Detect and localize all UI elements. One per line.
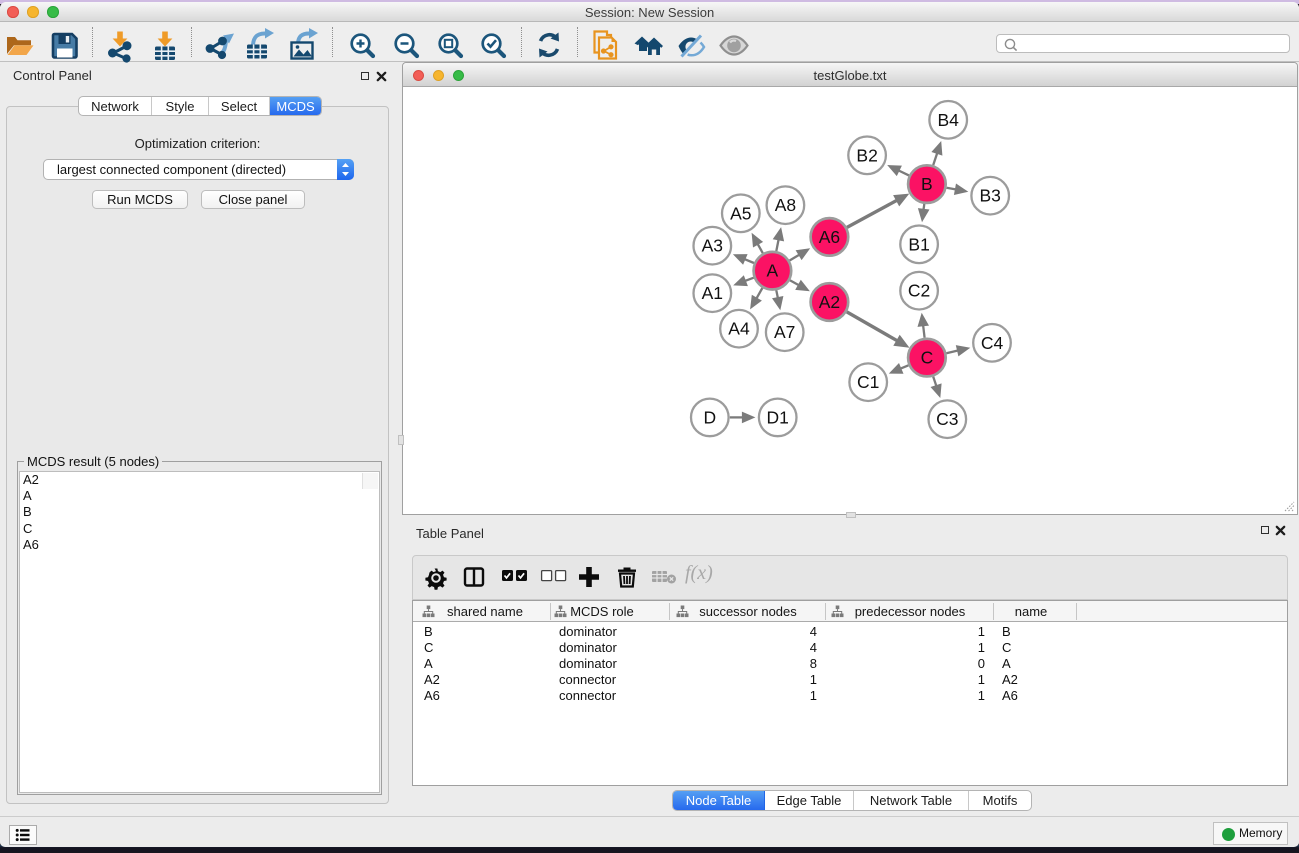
- svg-text:A3: A3: [702, 236, 723, 256]
- svg-text:A2: A2: [819, 292, 840, 312]
- svg-text:A5: A5: [730, 203, 751, 223]
- svg-text:D1: D1: [767, 407, 789, 427]
- svg-text:B: B: [921, 174, 933, 194]
- svg-text:C4: C4: [981, 333, 1004, 353]
- svg-text:D: D: [703, 407, 716, 427]
- svg-text:A4: A4: [728, 319, 750, 339]
- svg-text:C: C: [921, 348, 934, 368]
- svg-text:B1: B1: [908, 234, 929, 254]
- svg-text:C1: C1: [857, 372, 879, 392]
- svg-text:C2: C2: [908, 281, 930, 301]
- svg-text:A: A: [767, 261, 779, 281]
- svg-text:A1: A1: [702, 283, 723, 303]
- svg-text:B2: B2: [856, 145, 877, 165]
- svg-text:C3: C3: [936, 409, 958, 429]
- svg-text:A8: A8: [775, 195, 796, 215]
- svg-text:A7: A7: [774, 322, 795, 342]
- svg-text:A6: A6: [819, 227, 840, 247]
- svg-text:B3: B3: [979, 186, 1000, 206]
- svg-text:B4: B4: [937, 110, 959, 130]
